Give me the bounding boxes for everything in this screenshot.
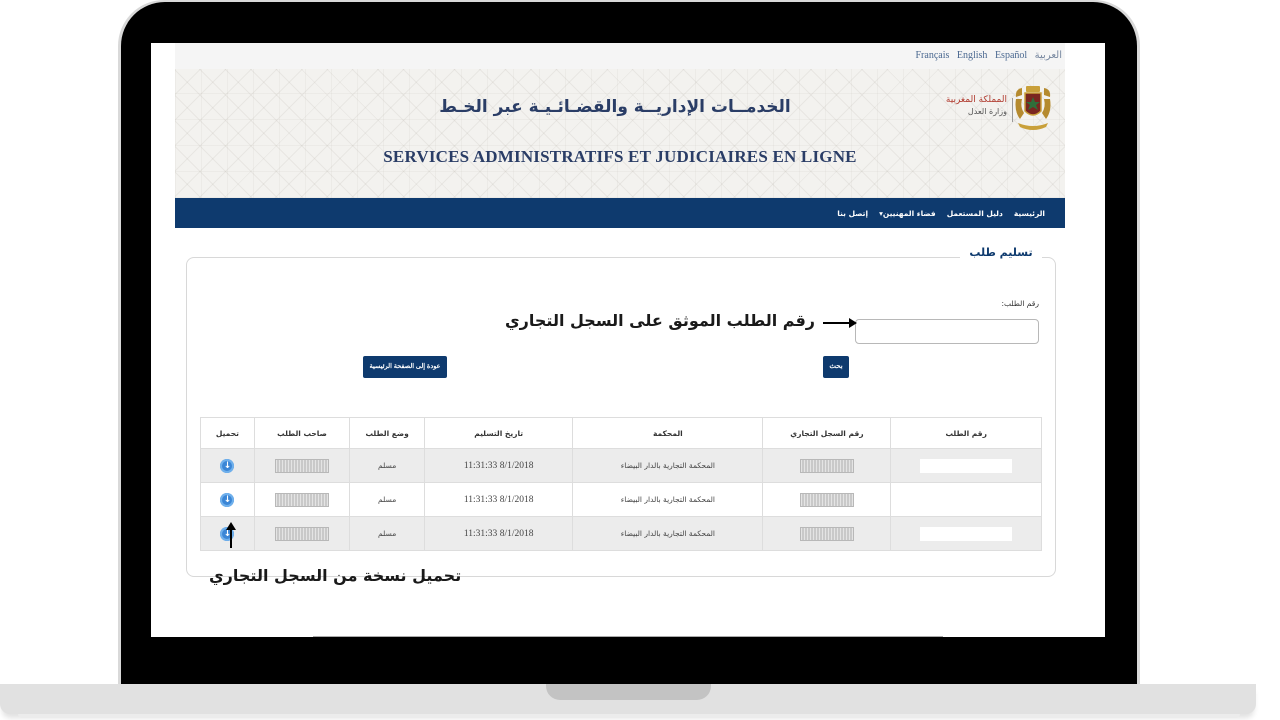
- download-icon[interactable]: ↓: [220, 492, 235, 507]
- annotation-arrow-up: [226, 522, 236, 548]
- ministry-label: المملكة المغربية وزارة العدل: [915, 94, 1013, 122]
- table-row: المحكمة التجارية بالدار البيضاء 8/1/2018…: [200, 482, 1042, 517]
- date-cell: 8/1/2018 11:31:33: [424, 482, 574, 517]
- lang-french[interactable]: Français: [915, 50, 949, 61]
- col-download: تحميل: [200, 417, 255, 449]
- download-cell: ↓: [200, 482, 255, 517]
- download-icon[interactable]: ↓: [220, 458, 235, 473]
- date-cell: 8/1/2018 11:31:33: [424, 516, 574, 551]
- requester-cell: [253, 516, 351, 551]
- redacted-value: [920, 526, 1013, 541]
- site-title-french: SERVICES ADMINISTRATIFS ET JUDICIAIRES E…: [383, 147, 857, 166]
- col-request-number: رقم الطلب: [890, 417, 1042, 449]
- register-number-cell: [762, 448, 892, 483]
- col-status: وضع الطلب: [349, 417, 426, 449]
- lang-arabic[interactable]: العربية: [1035, 50, 1062, 61]
- search-button[interactable]: بحث: [823, 356, 849, 378]
- nav-contact[interactable]: إتصل بنا: [837, 209, 868, 218]
- download-cell: ↓: [200, 448, 255, 483]
- table-row: المحكمة التجارية بالدار البيضاء 8/1/2018…: [200, 516, 1042, 551]
- main-navbar: الرئيسية دليل المستعمل فضاء المهنيين▾ إت…: [175, 198, 1065, 228]
- redacted-value: [799, 526, 854, 541]
- status-cell: مسلم: [349, 482, 426, 517]
- col-court: المحكمة: [572, 417, 764, 449]
- web-page: Français English Español العربية الخدمــ…: [175, 43, 1065, 637]
- request-number-cell: [890, 482, 1042, 517]
- laptop-base-edge: [18, 714, 1240, 718]
- results-table: رقم الطلب رقم السجل التجاري المحكمة تاري…: [200, 417, 1042, 551]
- annotation-arrow-right: [823, 318, 857, 328]
- redacted-value: [799, 492, 854, 507]
- redacted-value: [920, 458, 1013, 473]
- requester-cell: [253, 448, 351, 483]
- status-cell: مسلم: [349, 448, 426, 483]
- request-number-cell: [890, 448, 1042, 483]
- court-cell: المحكمة التجارية بالدار البيضاء: [572, 448, 764, 483]
- court-cell: المحكمة التجارية بالدار البيضاء: [572, 482, 764, 517]
- site-title-arabic: الخدمــات الإداريــة والقضـائـيـة عبر ال…: [439, 97, 791, 117]
- table-row: المحكمة التجارية بالدار البيضاء 8/1/2018…: [200, 448, 1042, 483]
- site-header: الخدمــات الإداريــة والقضـائـيـة عبر ال…: [175, 69, 1065, 198]
- fieldset-legend: تسليم طلب: [960, 246, 1042, 259]
- back-home-button[interactable]: عودة إلى الصفحة الرئيسية: [363, 356, 447, 378]
- annotation-download: تحميل نسخة من السجل التجاري: [209, 566, 462, 585]
- coat-of-arms-icon[interactable]: [1010, 83, 1056, 133]
- register-number-cell: [762, 482, 892, 517]
- court-cell: المحكمة التجارية بالدار البيضاء: [572, 516, 764, 551]
- kingdom-name: المملكة المغربية: [945, 95, 1007, 105]
- nav-home[interactable]: الرئيسية: [1014, 209, 1045, 218]
- status-cell: مسلم: [349, 516, 426, 551]
- redacted-value: [275, 492, 329, 507]
- nav-user-guide[interactable]: دليل المستعمل: [947, 209, 1003, 218]
- annotation-request-number: رقم الطلب الموثق على السجل التجاري: [505, 311, 815, 330]
- request-number-input[interactable]: [855, 319, 1039, 344]
- date-cell: 8/1/2018 11:31:33: [424, 448, 574, 483]
- redacted-value: [275, 526, 329, 541]
- ministry-name: وزارة العدل: [967, 107, 1007, 116]
- lang-english[interactable]: English: [957, 50, 988, 61]
- page-bottom-edge: [313, 636, 943, 637]
- laptop-notch: [546, 684, 711, 700]
- nav-professionals[interactable]: فضاء المهنيين▾: [879, 209, 936, 218]
- col-commercial-register: رقم السجل التجاري: [762, 417, 892, 449]
- col-requester: صاحب الطلب: [253, 417, 351, 449]
- col-delivery-date: تاريخ التسليم: [424, 417, 574, 449]
- redacted-value: [799, 458, 854, 473]
- table-header-row: رقم الطلب رقم السجل التجاري المحكمة تاري…: [200, 417, 1042, 449]
- request-number-cell: [890, 516, 1042, 551]
- language-bar: Français English Español العربية: [175, 43, 1065, 69]
- request-number-label: رقم الطلب:: [1001, 299, 1039, 308]
- requester-cell: [253, 482, 351, 517]
- lang-spanish[interactable]: Español: [995, 50, 1027, 61]
- register-number-cell: [762, 516, 892, 551]
- redacted-value: [275, 458, 329, 473]
- laptop-screen: Français English Español العربية الخدمــ…: [151, 43, 1105, 637]
